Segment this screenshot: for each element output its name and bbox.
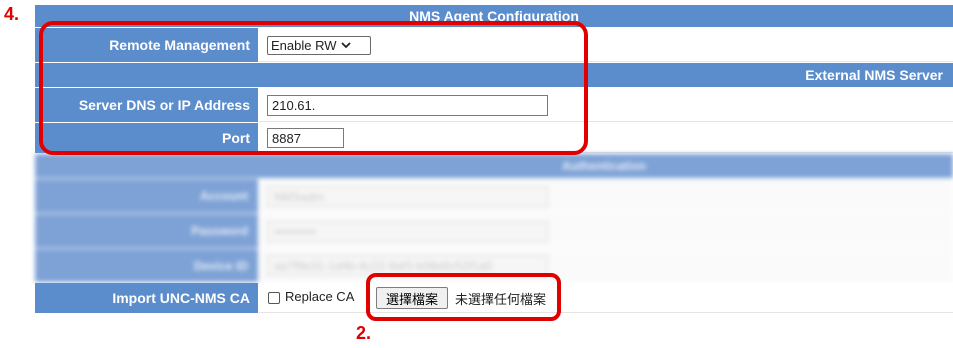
redacted-row-label: Device ID (193, 258, 248, 273)
import-ca-value-cell (259, 283, 953, 313)
import-ca-label-cell: Import UNC-NMS CA (35, 283, 258, 313)
external-server-title: External NMS Server (805, 67, 943, 83)
redacted-input[interactable]: •••••••••• (267, 221, 548, 242)
redacted-section: Authentication Account NMSadm Password •… (35, 154, 953, 282)
redacted-input[interactable]: NMSadm (267, 186, 548, 207)
annotation-step-bottom: 2. (356, 323, 372, 343)
redacted-row-label-cell: Device ID (35, 249, 258, 282)
import-ca-label: Import UNC-NMS CA (112, 290, 250, 306)
redacted-input-value: •••••••••• (274, 224, 317, 239)
redacted-row-label-cell: Account (35, 179, 258, 213)
redacted-row-label: Account (200, 189, 248, 203)
redacted-input-value: aa7f9e31-1d4b-4c22-9af3-b08e6c52f1a0 (274, 258, 493, 273)
redacted-row-label: Password (191, 224, 248, 238)
replace-ca-checkbox[interactable] (268, 292, 280, 304)
annotation-box-top (39, 21, 588, 155)
redacted-section-header: Authentication (35, 154, 953, 178)
annotation-box-bottom (366, 273, 561, 321)
annotation-step-top: 4. (4, 4, 20, 24)
redacted-section-title: Authentication (562, 159, 646, 173)
redacted-row-label-cell: Password (35, 214, 258, 248)
replace-ca-label: Replace CA (285, 289, 355, 304)
redacted-input-value: NMSadm (274, 189, 325, 204)
